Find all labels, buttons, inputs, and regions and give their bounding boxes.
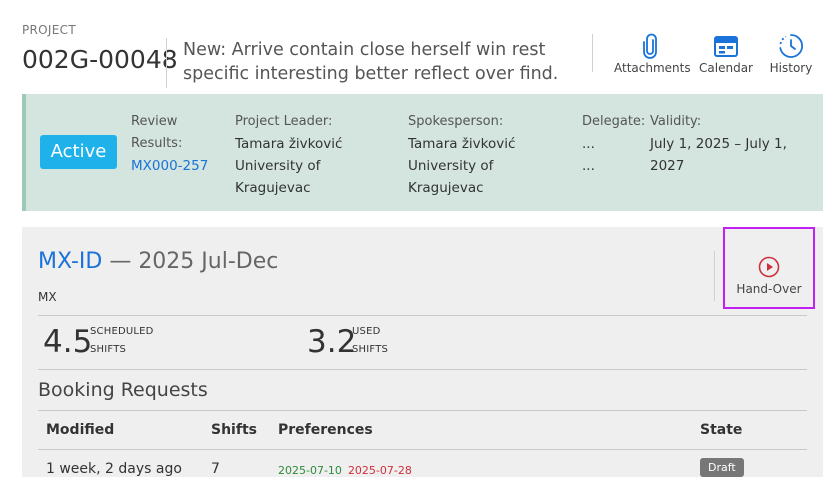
shifts-cell: 7 <box>211 461 220 477</box>
column-header-preferences[interactable]: Preferences <box>278 422 373 438</box>
attachments-label: Attachments <box>614 61 691 75</box>
history-button[interactable]: History <box>766 33 816 75</box>
delegate-value: ... <box>582 158 595 174</box>
column-header-modified[interactable]: Modified <box>46 422 114 438</box>
divider <box>38 410 807 411</box>
status-badge: Active <box>40 135 117 169</box>
validity-value: July 1, 2025 – July 1, <box>650 136 787 152</box>
spokesperson-org: Kragujevac <box>408 180 484 196</box>
scheduled-shifts-label-line: SHIFTS <box>90 344 127 355</box>
history-label: History <box>769 61 813 75</box>
review-label: Results: <box>131 136 183 151</box>
divider <box>38 315 807 316</box>
column-header-shifts[interactable]: Shifts <box>211 422 257 438</box>
project-header: PROJECT 002G-00048 New: Arrive contain c… <box>0 0 835 94</box>
cycle-label: — 2025 Jul-Dec <box>102 249 279 274</box>
review-label: Review <box>131 114 178 129</box>
project-label: PROJECT <box>22 23 76 37</box>
card-subtitle: MX <box>38 290 57 304</box>
project-leader-name: Tamara živković <box>235 136 343 152</box>
calendar-button[interactable]: Calendar <box>698 33 754 75</box>
header-divider <box>166 38 167 88</box>
review-results-link[interactable]: MX000-257 <box>131 158 208 174</box>
used-shifts-label: USED SHIFTS <box>352 323 388 359</box>
project-leader-label: Project Leader: <box>235 114 333 129</box>
used-shifts-label-line: USED <box>352 326 381 337</box>
spokesperson-name: Tamara živković <box>408 136 516 152</box>
validity: Validity: July 1, 2025 – July 1, 2027 <box>650 111 810 177</box>
project-leader: Project Leader: Tamara živković Universi… <box>235 111 395 199</box>
modified-cell: 1 week, 2 days ago <box>46 461 182 477</box>
project-leader-org: Kragujevac <box>235 180 311 196</box>
validity-label: Validity: <box>650 114 702 129</box>
facility-link[interactable]: MX-ID <box>38 249 102 274</box>
spokesperson: Spokesperson: Tamara živković University… <box>408 111 568 199</box>
calendar-label: Calendar <box>699 61 753 75</box>
play-circle-icon <box>758 256 780 278</box>
validity-value: 2027 <box>650 158 685 174</box>
hand-over-button[interactable]: Hand-Over <box>723 227 815 309</box>
scheduled-shifts-label: SCHEDULED SHIFTS <box>90 323 154 359</box>
used-shifts-label-line: SHIFTS <box>352 344 389 355</box>
card-title: MX-ID — 2025 Jul-Dec <box>38 249 278 274</box>
used-shifts-value: 3.2 <box>307 324 357 360</box>
history-icon <box>779 34 803 58</box>
allocation-card: MX-ID — 2025 Jul-Dec MX Hand-Over 4.5 SC… <box>22 227 823 477</box>
spokesperson-org: University of <box>408 158 494 174</box>
preference-end-date: 2025-07-28 <box>347 464 412 477</box>
scheduled-shifts-label-line: SCHEDULED <box>90 326 154 337</box>
calendar-icon <box>714 36 738 57</box>
card-divider <box>714 251 715 301</box>
preferences-cell: 2025-07-10 2025-07-28 <box>278 462 412 477</box>
spokesperson-label: Spokesperson: <box>408 114 504 129</box>
divider <box>38 449 807 450</box>
scheduled-shifts-value: 4.5 <box>43 324 93 360</box>
hand-over-label: Hand-Over <box>736 282 802 296</box>
booking-requests-heading: Booking Requests <box>38 379 208 401</box>
review-results: Review Results: MX000-257 <box>131 111 221 177</box>
delegate: Delegate: ... ... <box>582 111 646 177</box>
project-id: 002G-00048 <box>22 45 178 74</box>
attachments-button[interactable]: Attachments <box>614 33 691 75</box>
delegate-value: ... <box>582 136 595 152</box>
status-panel: Active Review Results: MX000-257 Project… <box>22 94 823 211</box>
paperclip-icon <box>643 33 657 59</box>
preference-start-date: 2025-07-10 <box>278 464 342 477</box>
delegate-label: Delegate: <box>582 114 646 129</box>
project-title: New: Arrive contain close herself win re… <box>183 40 559 84</box>
column-header-state[interactable]: State <box>700 422 742 438</box>
project-leader-org: University of <box>235 158 321 174</box>
divider <box>38 369 807 370</box>
state-badge: Draft <box>700 458 744 477</box>
header-divider <box>592 34 593 72</box>
